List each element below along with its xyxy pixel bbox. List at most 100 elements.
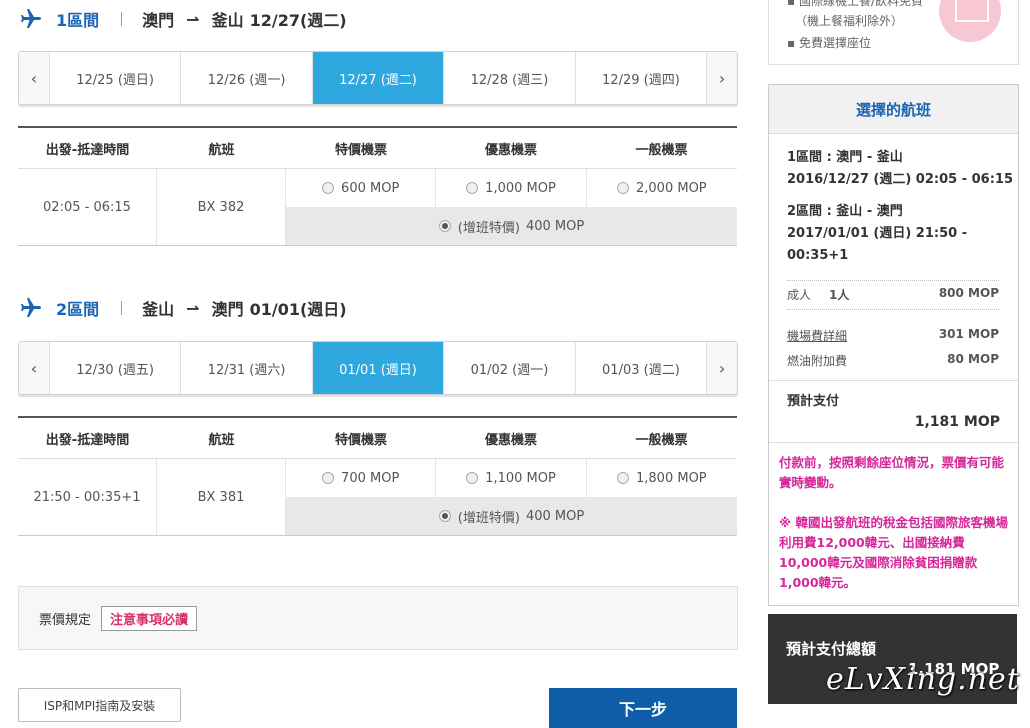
date-tab[interactable]: 12/31 (週六) — [180, 342, 311, 394]
notice-button[interactable]: 注意事項必讀 — [101, 605, 198, 631]
segment2-from: 釜山 — [142, 300, 175, 319]
segment1-flight-table: 出發-抵達時間 航班 特價機票 優惠機票 一般機票 02:05 - 06:15 … — [18, 126, 737, 246]
date-tab[interactable]: 12/26 (週一) — [180, 52, 311, 104]
adult-price: 800 MOP — [938, 286, 999, 300]
special-fare-option[interactable]: (增班特價) 400 MOP — [286, 207, 737, 245]
column-header: 優惠機票 — [484, 142, 537, 158]
date-tab[interactable]: 12/25 (週日) — [48, 52, 180, 104]
segment2-to: 澳門 — [211, 300, 244, 319]
date-tab[interactable]: 01/02 (週一) — [443, 342, 574, 394]
radio-button[interactable] — [466, 182, 479, 194]
segment2-date: 01/01(週日) — [249, 300, 347, 319]
flight-time: 21:50 - 00:35+1 — [18, 459, 157, 535]
radio-button-selected[interactable] — [438, 220, 451, 232]
column-header: 特價機票 — [334, 142, 387, 158]
isp-guide-button[interactable]: ISP和MPI指南及安裝 — [18, 688, 181, 722]
airplane-icon — [21, 298, 41, 317]
fare-price: 1,800 MOP — [636, 470, 707, 486]
route-arrow-icon: ⇀ — [186, 9, 200, 29]
segment1-date: 12/27(週二) — [249, 11, 347, 30]
radio-button[interactable] — [322, 472, 335, 484]
fare-price: 1,100 MOP — [485, 470, 556, 486]
est-total: 1,181 MOP — [914, 414, 1000, 430]
segment1-label: 1區間 — [56, 11, 100, 30]
adult-count: 1人 — [829, 288, 850, 302]
special-fare-option[interactable]: (增班特價) 400 MOP — [286, 497, 737, 535]
next-step-button[interactable]: 下一步 — [549, 688, 737, 728]
next-dates-button[interactable]: › — [706, 342, 738, 394]
segment2-header: 2區間 釜山 ⇀ 澳門 01/01(週日) — [18, 293, 347, 323]
adult-fare-row: 成人 1人 800 MOP — [787, 286, 999, 303]
price-change-warning: 付款前，按照剩餘座位情況，票價有可能實時變動。 — [779, 455, 1005, 490]
fare-price: 2,000 MOP — [636, 180, 707, 196]
fare-option[interactable]: 2,000 MOP — [585, 169, 737, 207]
special-fare-label: (增班特價) — [457, 220, 520, 236]
panel-title: 選擇的航班 — [769, 85, 1018, 134]
next-dates-button[interactable]: › — [706, 52, 738, 104]
fare-option[interactable]: 700 MOP — [286, 459, 435, 497]
benefit-item: ▪ 國際線機上餐/飲料免費 — [787, 0, 923, 8]
segment2-date-selector: ‹ 12/30 (週五) 12/31 (週六) 01/01 (週日) 01/02… — [18, 341, 738, 395]
airplane-icon — [21, 9, 41, 28]
special-fare-price: 400 MOP — [525, 218, 585, 234]
flight-time: 02:05 - 06:15 — [18, 169, 157, 245]
book-icon — [955, 0, 989, 22]
fuel-fee-row: 燃油附加費 80 MOP — [787, 352, 999, 369]
airport-fee-row: 機場費詳細 301 MOP — [787, 327, 999, 344]
flight-number: BX 382 — [157, 169, 286, 245]
table-row: 02:05 - 06:15 BX 382 600 MOP 1,000 MOP 2… — [18, 169, 737, 246]
airport-fee-link[interactable]: 機場費詳細 — [787, 327, 847, 344]
est-label: 預計支付 — [787, 394, 840, 409]
fuel-label: 燃油附加費 — [787, 354, 848, 368]
special-fare-label: (增班特價) — [457, 510, 520, 526]
benefit-item: ▪ 免費選擇座位 — [787, 36, 871, 50]
date-tab-selected[interactable]: 01/01 (週日) — [311, 342, 444, 394]
date-tab[interactable]: 12/29 (週四) — [574, 52, 706, 104]
prev-dates-button[interactable]: ‹ — [19, 342, 49, 394]
fare-option[interactable]: 1,800 MOP — [585, 459, 737, 497]
fare-option[interactable]: 1,000 MOP — [435, 169, 585, 207]
radio-button-selected[interactable] — [438, 510, 451, 522]
radio-button[interactable] — [617, 472, 629, 484]
seg2-route: 2區間 : 釜山 - 澳門 — [787, 204, 903, 219]
adult-label: 成人 — [787, 288, 812, 302]
seg1-time: 2016/12/27 (週二) 02:05 - 06:15 — [787, 172, 1014, 187]
airport-fee: 301 MOP — [938, 327, 999, 341]
tax-notice: ※ 韓國出發航班的稅金包括國際旅客機場利用費12,000韓元、出國接納費10,0… — [779, 515, 1009, 590]
fare-option[interactable]: 1,100 MOP — [435, 459, 585, 497]
segment1-to: 釜山 — [211, 11, 244, 30]
total-label: 預計支付總額 — [786, 640, 877, 658]
column-header: 出發-抵達時間 — [45, 432, 130, 448]
fare-price: 700 MOP — [341, 470, 400, 486]
radio-button[interactable] — [466, 472, 479, 484]
column-header: 航班 — [208, 142, 235, 158]
fare-rules-panel: 票價規定 注意事項必讀 — [18, 586, 738, 650]
segment1-from: 澳門 — [142, 11, 175, 30]
fuel-fee: 80 MOP — [947, 352, 999, 366]
column-header: 一般機票 — [635, 142, 688, 158]
benefit-note: （機上餐福利除外） — [795, 14, 904, 28]
fare-option[interactable]: 600 MOP — [286, 169, 435, 207]
table-row: 21:50 - 00:35+1 BX 381 700 MOP 1,100 MOP… — [18, 459, 737, 536]
seg2-time-cont: 00:35+1 — [787, 248, 849, 263]
column-header: 特價機票 — [334, 432, 387, 448]
date-tab[interactable]: 12/30 (週五) — [48, 342, 180, 394]
flight-number: BX 381 — [157, 459, 286, 535]
radio-button[interactable] — [617, 182, 629, 194]
seg1-route: 1區間 : 澳門 - 釜山 — [787, 150, 903, 165]
segment1-header: 1區間 澳門 ⇀ 釜山 12/27(週二) — [18, 4, 347, 34]
prev-dates-button[interactable]: ‹ — [19, 52, 49, 104]
column-header: 航班 — [208, 432, 235, 448]
watermark: eLvXing.net — [826, 662, 1020, 697]
segment2-label: 2區間 — [56, 300, 100, 319]
date-tab[interactable]: 12/28 (週三) — [443, 52, 574, 104]
column-header: 優惠機票 — [484, 432, 537, 448]
special-fare-price: 400 MOP — [525, 508, 585, 524]
date-tab-selected[interactable]: 12/27 (週二) — [311, 52, 444, 104]
radio-button[interactable] — [322, 182, 335, 194]
fare-price: 1,000 MOP — [485, 180, 556, 196]
segment2-flight-table: 出發-抵達時間 航班 特價機票 優惠機票 一般機票 21:50 - 00:35+… — [18, 416, 737, 536]
fare-rules-label: 票價規定 — [39, 612, 92, 628]
seg2-time: 2017/01/01 (週日) 21:50 - — [787, 226, 968, 241]
date-tab[interactable]: 01/03 (週二) — [574, 342, 706, 394]
